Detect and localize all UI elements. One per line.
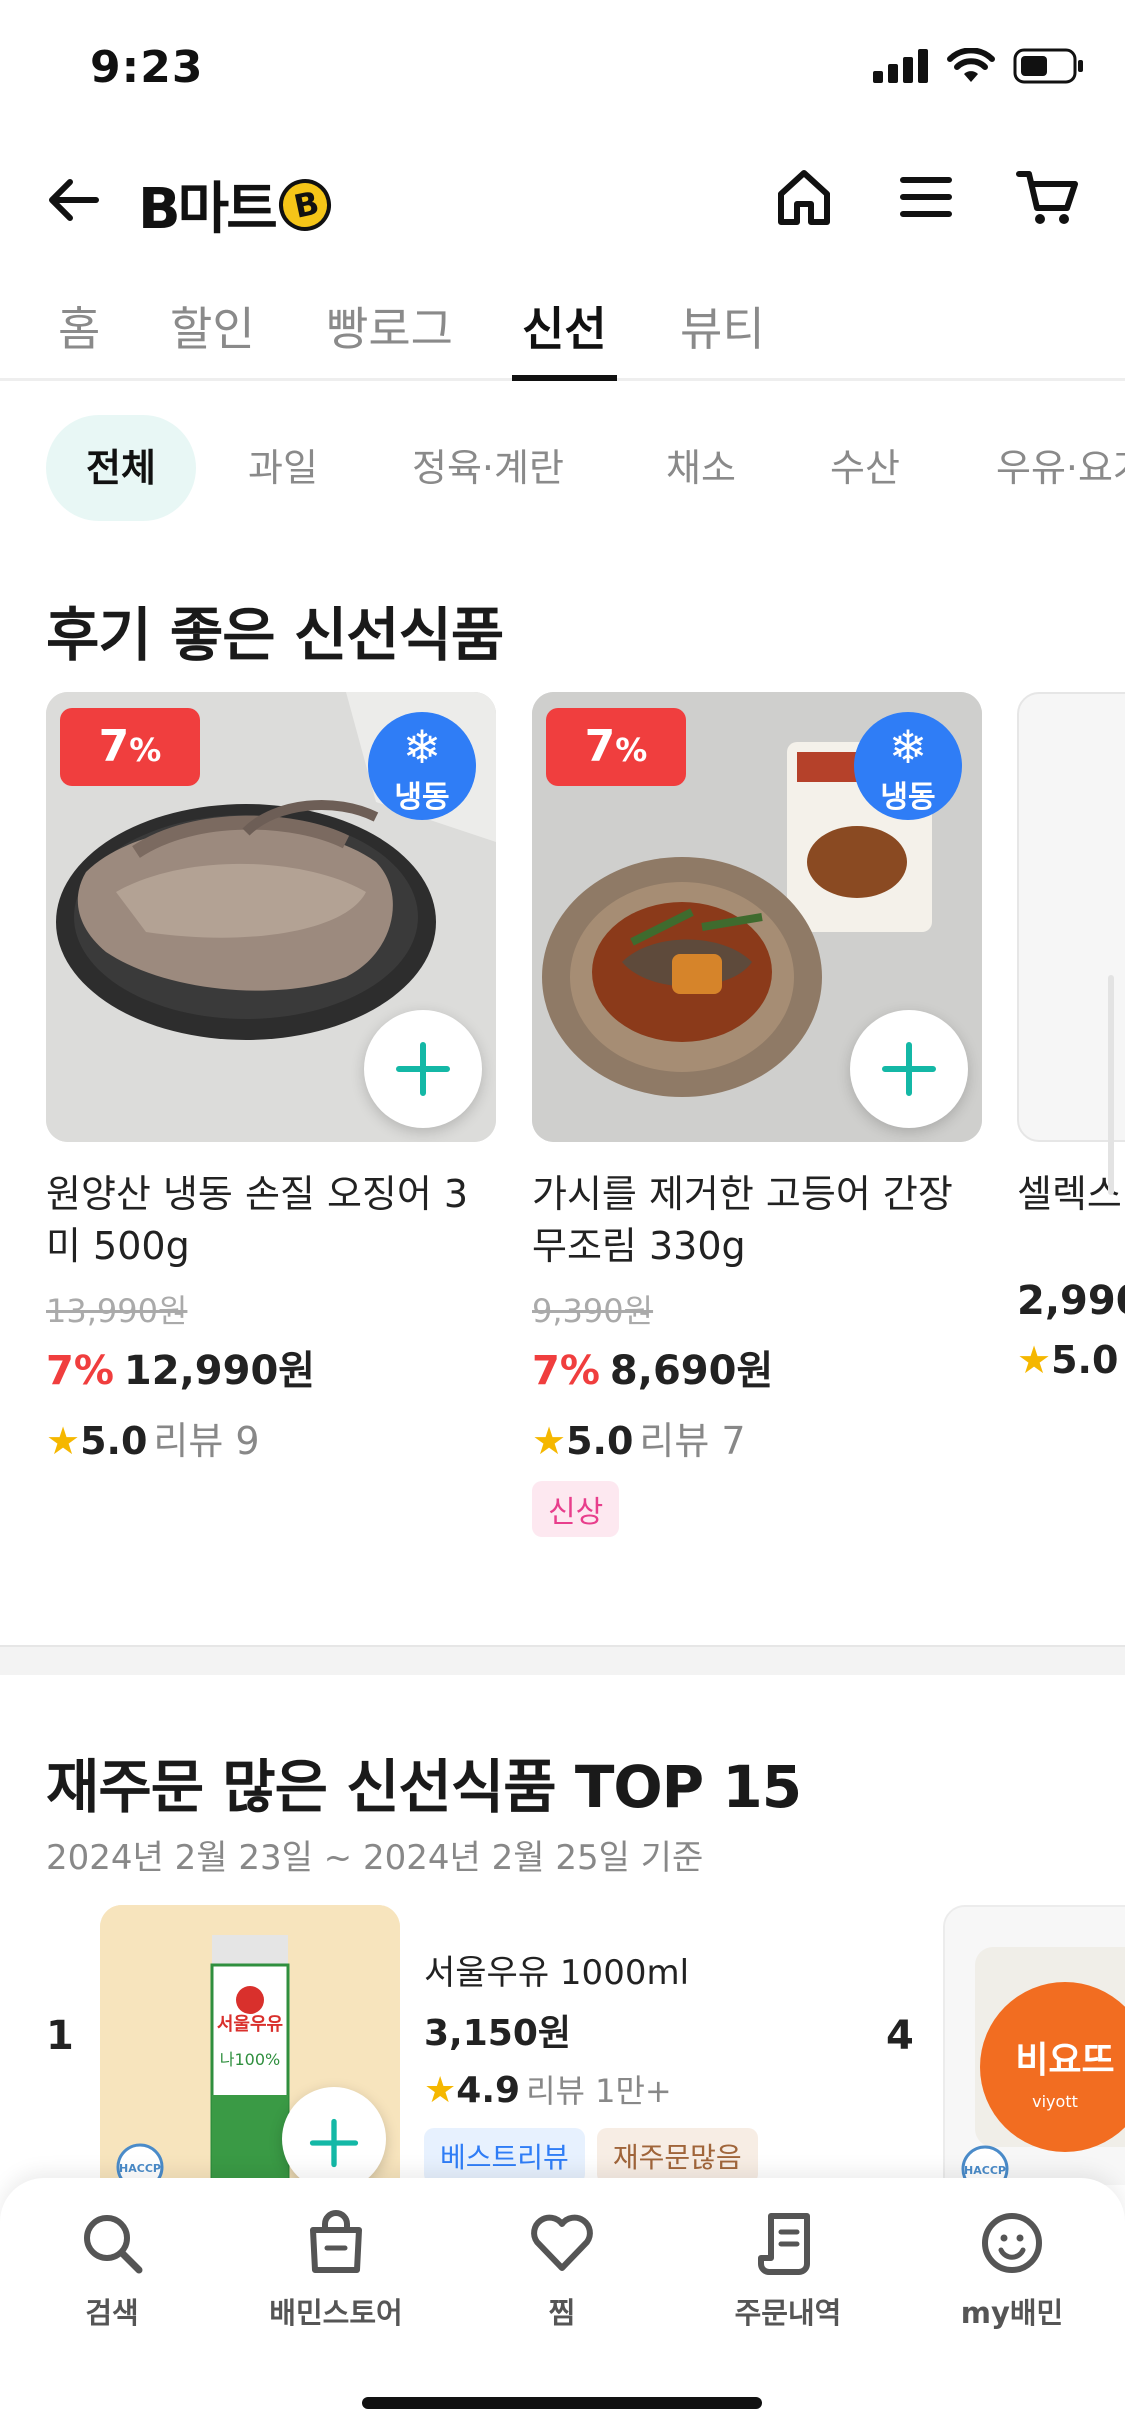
product-image[interactable]: 7% ❄ 냉동 [532,692,982,1142]
sale-price: 7% 12,990원 [46,1348,316,1394]
product-rating: ★5.0 [1017,1338,1119,1382]
nav-my-baemin[interactable]: my배민 [912,2208,1112,2332]
original-price: 13,990원 [46,1292,188,1330]
tab-discount[interactable]: 할인 [170,293,255,381]
chip-fruit[interactable]: 과일 [208,415,358,521]
star-icon: ★ [1017,1338,1052,1382]
smile-icon [982,2213,1042,2273]
reorder-tag: 재주문많음 [596,2128,758,2184]
product-rating: ★5.0 리뷰 9 [46,1419,260,1463]
main-tabs: 홈 할인 빵로그 신선 뷰티 [0,285,1125,381]
snowflake-icon: ❄ [402,720,442,774]
star-icon: ★ [532,1419,567,1463]
back-button[interactable] [44,170,104,230]
receipt-icon [758,2213,810,2275]
chip-all[interactable]: 전체 [46,415,196,521]
ranking-info: 서울우유 1000ml 3,150원 ★4.9 리뷰 1만+ 베스트리뷰 재주문많… [424,1945,804,2184]
rank-number: 4 [886,2013,914,2059]
header-actions [771,164,1081,230]
yogurt-photo: 비요뜨 viyott HACCP [945,1907,1125,2185]
status-icons [873,48,1085,84]
product-name[interactable]: 가시를 제거한 고등어 간장 무조림 330g [532,1168,982,1272]
original-price: 9,390원 [532,1292,654,1330]
product-tags: 베스트리뷰 재주문많음 [424,2128,804,2184]
add-to-cart-button[interactable] [850,1010,968,1128]
home-button[interactable] [771,164,837,230]
product-price: 3,150원 [424,2013,571,2054]
snowflake-icon: ❄ [888,720,928,774]
tab-home[interactable]: 홈 [58,293,100,381]
star-icon: ★ [46,1419,81,1463]
rank-number: 1 [46,2013,74,2059]
best-review-tag: 베스트리뷰 [424,2128,585,2184]
search-icon [84,2215,143,2274]
nav-orders[interactable]: 주문내역 [688,2208,888,2332]
star-icon: ★ [424,2070,457,2111]
product-image[interactable]: 7% ❄ 냉동 [46,692,496,1142]
add-to-cart-button[interactable] [282,2087,386,2191]
arrow-left-icon [49,179,99,221]
product-rating: ★4.9 리뷰 1만+ [424,2070,672,2111]
nav-wishlist[interactable]: 찜 [462,2208,662,2332]
plus-icon [882,1042,936,1096]
product-card[interactable]: 7% ❄ 냉동 원양산 냉동 손질 오징어 3미 500g 13,990원 7%… [46,692,496,1465]
shopping-bag-icon [310,2210,362,2273]
ranking-item[interactable]: 1 서울우유 나100% HACCP 서울우유 1000ml 3,150원 ★4… [46,1905,786,2205]
app-header: B마트 B [0,150,1125,250]
chip-vegetable[interactable]: 채소 [626,415,776,521]
logo-badge: B [273,173,336,236]
nav-bmart-store[interactable]: 배민스토어 [236,2208,436,2332]
cart-icon [1016,171,1078,224]
svg-text:HACCP: HACCP [964,2164,1006,2177]
tab-beauty[interactable]: 뷰티 [680,293,765,381]
product-name[interactable]: 서울우유 1000ml [424,1945,804,1994]
product-rating: ★5.0 리뷰 7 [532,1419,746,1463]
frozen-badge: ❄ 냉동 [854,712,962,820]
product-card[interactable]: 7% ❄ 냉동 가시를 제거한 고등어 간장 무조림 330g 9,390원 7… [532,692,982,1537]
sale-price: 2,990 [1017,1278,1125,1324]
svg-text:비요뜨: 비요뜨 [1015,2040,1114,2081]
product-image[interactable]: 서울우유 나100% HACCP [100,1905,400,2205]
tab-breadlog[interactable]: 빵로그 [326,293,453,381]
discount-badge: 7% [60,708,200,786]
wifi-icon [947,48,995,82]
chip-meat-egg[interactable]: 정육·계란 [372,415,604,521]
svg-text:서울우유: 서울우유 [217,2014,283,2035]
section-title-good-reviews: 후기 좋은 신선식품 [46,601,504,669]
product-name[interactable]: 원양산 냉동 손질 오징어 3미 500g [46,1168,496,1272]
sale-price: 7% 8,690원 [532,1348,774,1394]
cart-button[interactable] [1015,164,1081,230]
add-to-cart-button[interactable] [364,1010,482,1128]
battery-icon [1013,48,1083,84]
chip-dairy[interactable]: 우유·요거 [956,415,1125,521]
ranking-item[interactable]: 4 비요뜨 viyott HACCP [886,1905,1125,2185]
section-divider [0,1645,1125,1675]
status-bar: 9:23 [0,0,1125,140]
plus-icon [309,2118,359,2168]
svg-text:나100%: 나100% [220,2050,280,2069]
chip-seafood[interactable]: 수산 [790,415,940,521]
tab-fresh[interactable]: 신선 [512,293,617,381]
new-tag: 신상 [532,1481,620,1537]
home-indicator[interactable] [362,2397,762,2409]
menu-button[interactable] [893,164,959,230]
category-chips: 전체 과일 정육·계란 채소 수산 우유·요거 [0,415,1125,525]
cellular-signal-icon [873,49,928,83]
logo-text: B마트 [138,177,278,242]
bmart-logo[interactable]: B마트 B [138,164,336,245]
hamburger-menu-icon [900,177,952,217]
nav-search[interactable]: 검색 [12,2208,212,2332]
plus-icon [396,1042,450,1096]
svg-text:HACCP: HACCP [119,2162,161,2175]
frozen-badge: ❄ 냉동 [368,712,476,820]
heart-icon [531,2214,593,2271]
product-image[interactable]: 비요뜨 viyott HACCP [943,1905,1125,2185]
scrollbar[interactable] [1108,975,1114,1195]
discount-badge: 7% [546,708,686,786]
home-icon [778,170,830,225]
section-date-range: 2024년 2월 23일 ~ 2024년 2월 25일 기준 [46,1838,704,1878]
svg-text:viyott: viyott [1032,2092,1078,2111]
status-time: 9:23 [90,42,204,93]
section-title-top15: 재주문 많은 신선식품 TOP 15 [46,1753,802,1821]
